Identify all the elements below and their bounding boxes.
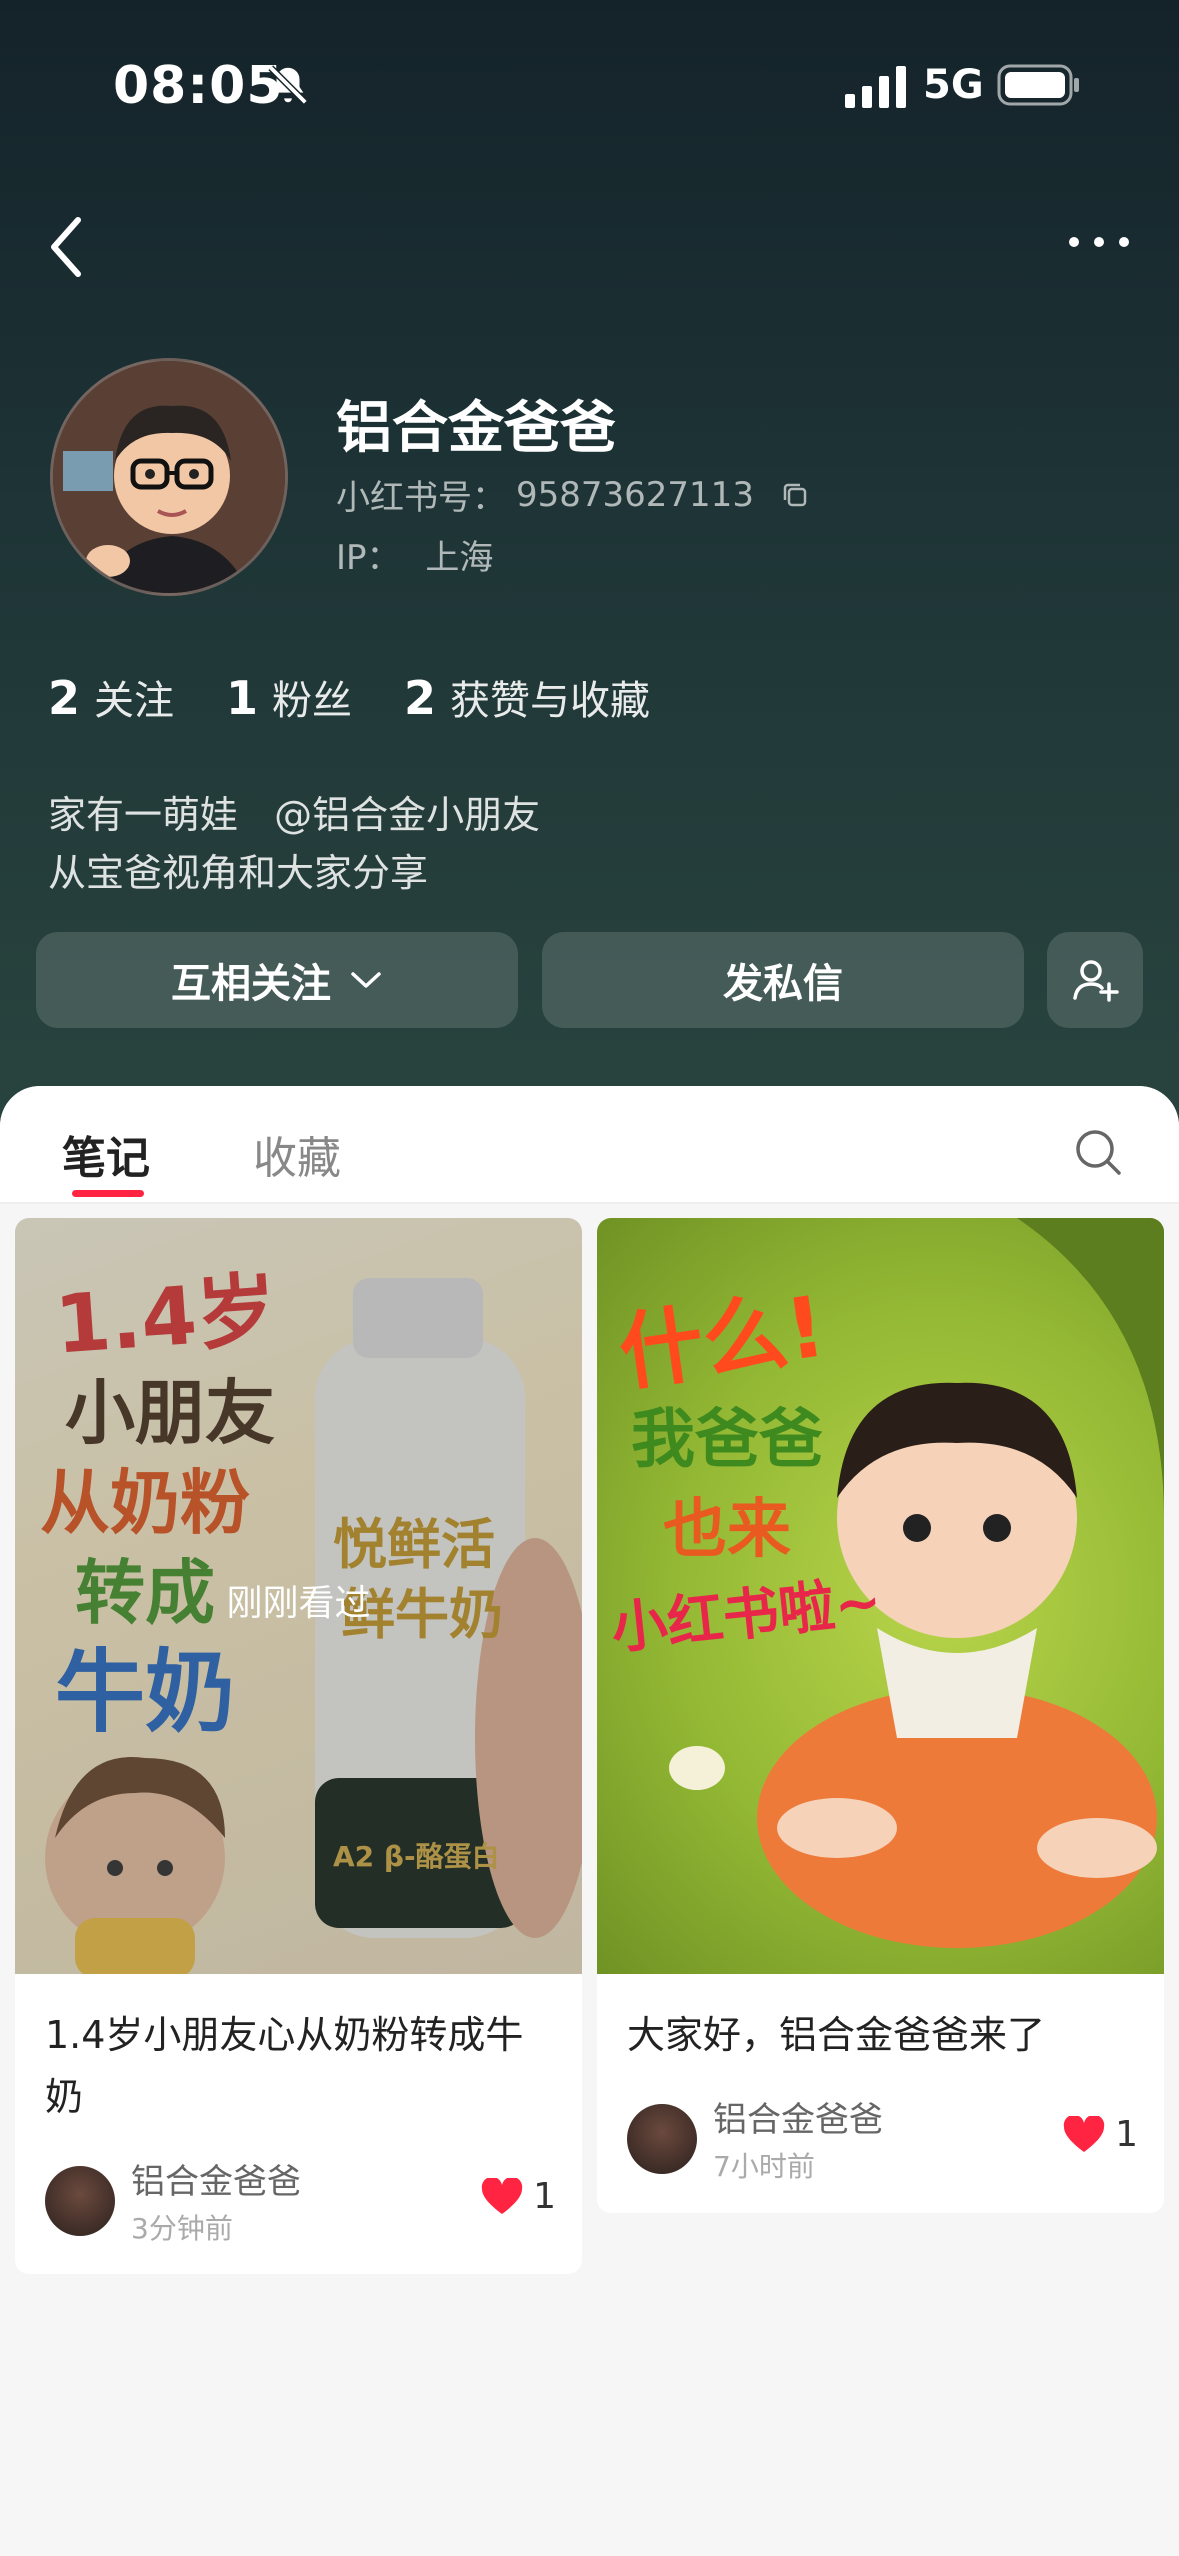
note-time: 7小时前 [713,2150,815,2183]
user-id-row: 小红书号： 95873627113 [336,470,810,519]
profile-tabs: 笔记 收藏 [0,1086,1179,1204]
stat-likes[interactable]: 2 获赞与收藏 [404,668,650,726]
note-title: 1.4岁小朋友心从奶粉转成牛奶 [45,2013,524,2119]
profile-stats: 2 关注 1 粉丝 2 获赞与收藏 [48,668,650,726]
add-user-icon [1073,960,1119,1002]
user-id-value: 95873627113 [516,474,754,515]
network-label: 5G [923,62,984,108]
heart-icon [1063,2115,1105,2152]
note-time: 3分钟前 [131,2212,233,2245]
ip-location-row: IP： 上海 [336,530,493,579]
stat-following-count: 2 [48,671,81,725]
send-message-label: 发私信 [723,961,843,1007]
note-title: 大家好，铝合金爸爸来了 [627,2013,1046,2057]
ip-label: IP： [336,538,401,578]
mutual-follow-button[interactable]: 互相关注 [36,932,518,1028]
bio-mention-link[interactable]: @铝合金小朋友 [274,793,540,837]
more-options-icon[interactable] [1064,222,1134,262]
active-tab-indicator [72,1190,144,1197]
search-icon[interactable] [1072,1126,1124,1178]
bio-line-2: 从宝爸视角和大家分享 [48,851,429,895]
stat-likes-count: 2 [404,671,437,725]
author-name: 铝合金爸爸 [713,2100,883,2140]
stat-following-label: 关注 [94,678,175,724]
note-cover-image: 1.4岁 小朋友 从奶粉 转成 牛奶 悦鲜活 鲜牛奶 A2 β-酪蛋白 刚刚看过 [15,1218,582,1974]
bio-text: 家有一萌娃 [48,793,239,837]
stat-likes-label: 获赞与收藏 [450,678,651,724]
note-card[interactable]: 1.4岁 小朋友 从奶粉 转成 牛奶 悦鲜活 鲜牛奶 A2 β-酪蛋白 刚刚看过… [15,1218,582,2274]
user-id-label: 小红书号： [336,478,506,518]
cover-title-line-2: 我爸爸 [631,1403,823,1477]
note-likes[interactable]: 1 [481,2176,556,2217]
profile-name: 铝合金爸爸 [336,396,616,461]
ip-location: 上海 [425,538,494,578]
tab-collections[interactable]: 收藏 [253,1122,341,1186]
note-likes[interactable]: 1 [1063,2114,1138,2155]
back-chevron-icon[interactable] [44,212,94,282]
mutual-follow-label: 互相关注 [171,961,331,1007]
tab-notes[interactable]: 笔记 [62,1122,150,1186]
stat-followers-count: 1 [226,671,259,725]
recently-viewed-label: 刚刚看过 [226,1583,371,1624]
avatar-illustration [53,361,285,593]
author-avatar [627,2103,697,2174]
send-message-button[interactable]: 发私信 [542,932,1024,1028]
note-author[interactable]: 铝合金爸爸 3分钟前 [45,2154,301,2247]
note-cover-image: 什么! 我爸爸 也来 小红书啦~ [597,1218,1164,1974]
profile-header: 08:05 5G 铝合金爸爸 小红书号： 95873627113 IP： 上海 … [0,0,1179,1130]
author-avatar [45,2165,115,2236]
note-card[interactable]: 什么! 我爸爸 也来 小红书啦~ 大家好，铝合金爸爸来了 铝合金爸爸 7小时前 … [597,1218,1164,2213]
profile-avatar[interactable] [50,358,288,596]
like-count: 1 [533,2176,556,2217]
heart-icon [481,2177,523,2214]
bio-line-1: 家有一萌娃 @铝合金小朋友 [48,784,540,839]
stat-followers-label: 粉丝 [272,678,353,724]
note-author[interactable]: 铝合金爸爸 7小时前 [627,2092,883,2185]
chevron-down-icon [351,972,381,988]
like-count: 1 [1115,2114,1138,2155]
copy-icon[interactable] [780,480,810,510]
signal-icon [845,66,906,108]
battery-icon [997,64,1079,106]
status-time: 08:05 [113,56,284,116]
stat-followers[interactable]: 1 粉丝 [226,668,352,726]
add-friend-button[interactable] [1047,932,1143,1028]
status-bar: 08:05 5G [0,0,1179,170]
stat-following[interactable]: 2 关注 [48,668,174,726]
author-name: 铝合金爸爸 [131,2162,301,2202]
cover-title-line-3: 也来 [663,1493,791,1567]
mute-bell-icon [268,65,308,105]
